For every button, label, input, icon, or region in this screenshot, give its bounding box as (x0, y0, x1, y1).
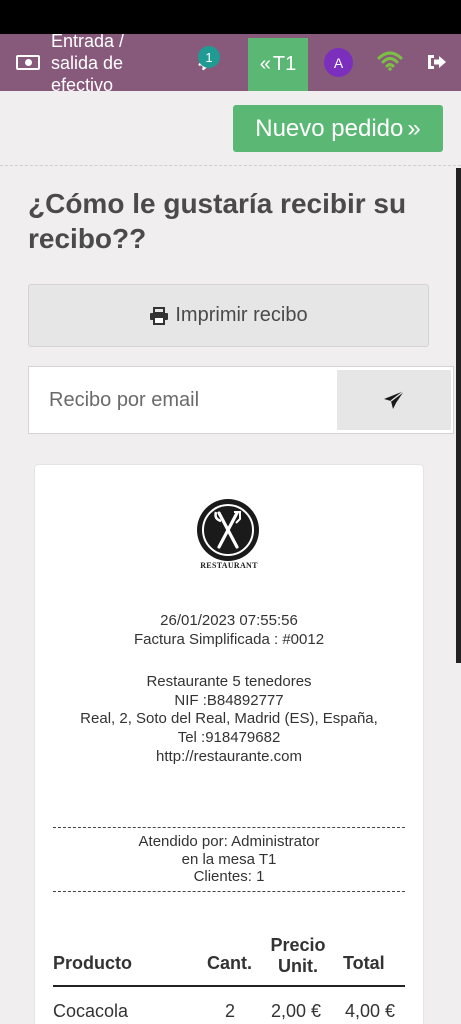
fork-knife-icon (214, 511, 241, 549)
receipt-invoice-number: Factura Simplificada : #0012 (133, 631, 325, 648)
col-price: Precio Unit. (263, 935, 333, 977)
print-receipt-label: Imprimir recibo (175, 304, 308, 326)
company-nif: NIF :B84892777 (174, 692, 284, 709)
col-price-line1: Precio (270, 935, 326, 955)
receipt-table: en la mesa T1 (181, 851, 277, 868)
receipt-question-title: ¿Cómo le gustaría recibir su recibo?? (28, 188, 407, 254)
col-price-line2: Unit. (278, 956, 318, 976)
send-email-button[interactable] (337, 370, 451, 430)
money-icon (16, 55, 40, 70)
scrollbar[interactable] (456, 168, 461, 663)
receipt-divider (53, 891, 405, 892)
receipt-datetime: 26/01/2023 07:55:56 (160, 612, 298, 629)
receipt-clients: Clientes: 1 (193, 868, 265, 885)
logout-icon[interactable] (426, 52, 448, 77)
line-total: 4,00 € (345, 1001, 396, 1021)
line-price: 2,00 € (271, 1001, 322, 1021)
new-order-button[interactable]: Nuevo pedido » (233, 105, 443, 152)
new-order-label: Nuevo pedido (255, 114, 404, 142)
paper-plane-icon (384, 390, 405, 409)
print-icon (150, 306, 169, 325)
device-status-bar (0, 0, 461, 34)
order-actions-bar: Nuevo pedido » (0, 91, 461, 166)
user-avatar[interactable]: A (324, 48, 353, 77)
table-label: T1 (272, 53, 297, 75)
col-product: Producto (53, 953, 132, 973)
orders-count-badge: 1 (198, 46, 220, 68)
top-navbar: Entrada / salida de efectivo 1 « T1 A (0, 34, 461, 91)
line-product: Cocacola (53, 1001, 129, 1021)
restaurant-logo (197, 499, 259, 561)
receipt-divider (53, 827, 405, 828)
cash-in-out-button[interactable]: Entrada / salida de efectivo (16, 34, 151, 91)
col-qty: Cant. (207, 953, 252, 973)
company-tel: Tel :918479682 (177, 729, 281, 746)
company-name: Restaurante 5 tenedores (146, 673, 312, 690)
email-receipt-input[interactable] (29, 367, 337, 433)
receipt-preview: RESTAURANT 26/01/2023 07:55:56 Factura S… (34, 464, 424, 1024)
served-by: Atendido por: Administrator (138, 833, 320, 850)
logo-caption: RESTAURANT (200, 561, 258, 570)
double-chevron-right-icon: » (407, 114, 421, 142)
line-qty: 2 (225, 1001, 236, 1021)
company-website: http://restaurante.com (156, 748, 302, 765)
table-row: Cocacola 2 2,00 € 4,00 € (53, 999, 405, 1024)
print-receipt-button[interactable]: Imprimir recibo (28, 284, 429, 347)
receipt-table-header: Producto Cant. Precio Unit. Total (53, 935, 405, 987)
cash-in-out-label: Entrada / salida de efectivo (51, 34, 125, 91)
email-receipt-row (28, 366, 454, 434)
back-to-floor-button[interactable]: « T1 (248, 38, 308, 91)
wifi-icon[interactable] (377, 50, 403, 77)
company-address: Real, 2, Soto del Real, Madrid (ES), Esp… (80, 710, 378, 727)
col-total: Total (343, 953, 385, 973)
double-chevron-left-icon: « (259, 53, 271, 75)
